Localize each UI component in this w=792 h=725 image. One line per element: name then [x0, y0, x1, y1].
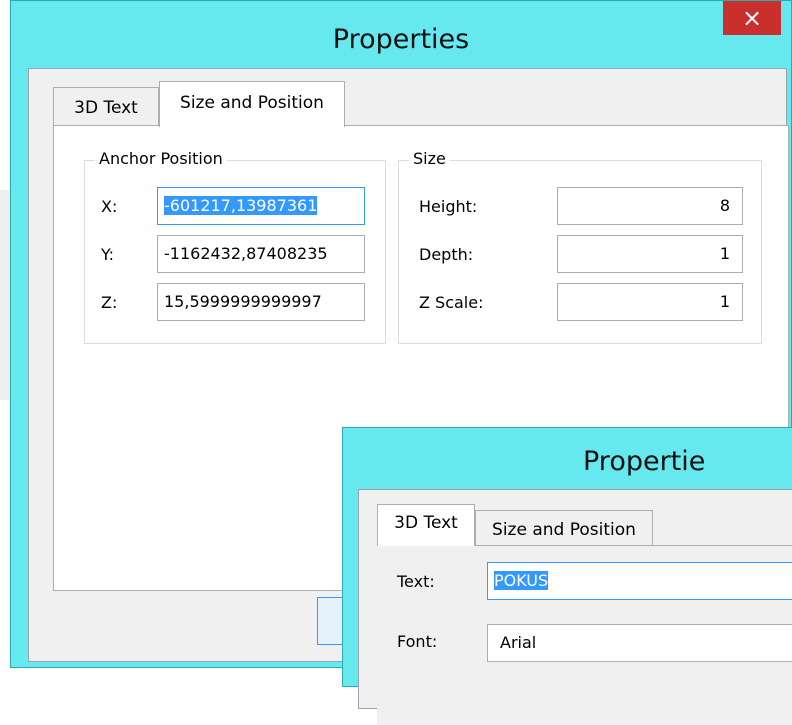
- z-scale-field[interactable]: 1: [557, 283, 743, 321]
- anchor-position-legend: Anchor Position: [95, 149, 227, 168]
- font-label: Font:: [397, 632, 438, 651]
- height-label: Height:: [419, 197, 478, 216]
- dialog-title: Properties: [332, 24, 470, 55]
- tab-3d-text-front[interactable]: 3D Text: [377, 504, 475, 546]
- dialog-front-title: Propertie: [583, 446, 706, 477]
- text-label: Text:: [397, 572, 435, 591]
- text-field[interactable]: POKUS: [487, 562, 792, 600]
- size-group: Size Height: 8 Depth: 1 Z Scale: 1: [398, 149, 762, 344]
- 3d-text-page: Text: POKUS Font: Arial: [377, 545, 792, 725]
- x-field[interactable]: -601217,13987361: [157, 187, 365, 225]
- close-icon: ×: [741, 4, 763, 32]
- depth-field[interactable]: 1: [557, 235, 743, 273]
- tab-size-and-position-front[interactable]: Size and Position: [475, 510, 653, 546]
- z-field[interactable]: 15,5999999999997: [157, 283, 365, 321]
- y-label: Y:: [101, 245, 115, 264]
- close-button[interactable]: ×: [723, 1, 781, 35]
- height-field[interactable]: 8: [557, 187, 743, 225]
- x-label: X:: [101, 197, 118, 216]
- tab-3d-text[interactable]: 3D Text: [53, 87, 159, 125]
- z-label: Z:: [101, 293, 118, 312]
- size-legend: Size: [409, 149, 450, 168]
- tab-size-and-position[interactable]: Size and Position: [159, 81, 345, 127]
- depth-label: Depth:: [419, 245, 474, 264]
- y-field[interactable]: -1162432,87408235: [157, 235, 365, 273]
- properties-dialog-front: Propertie 3D Text Size and Position Text…: [342, 427, 792, 725]
- font-select[interactable]: Arial: [487, 624, 792, 662]
- anchor-position-group: Anchor Position X: -601217,13987361 Y: -…: [84, 149, 386, 344]
- z-scale-label: Z Scale:: [419, 293, 484, 312]
- dialog-front-body: 3D Text Size and Position Text: POKUS Fo…: [358, 489, 792, 725]
